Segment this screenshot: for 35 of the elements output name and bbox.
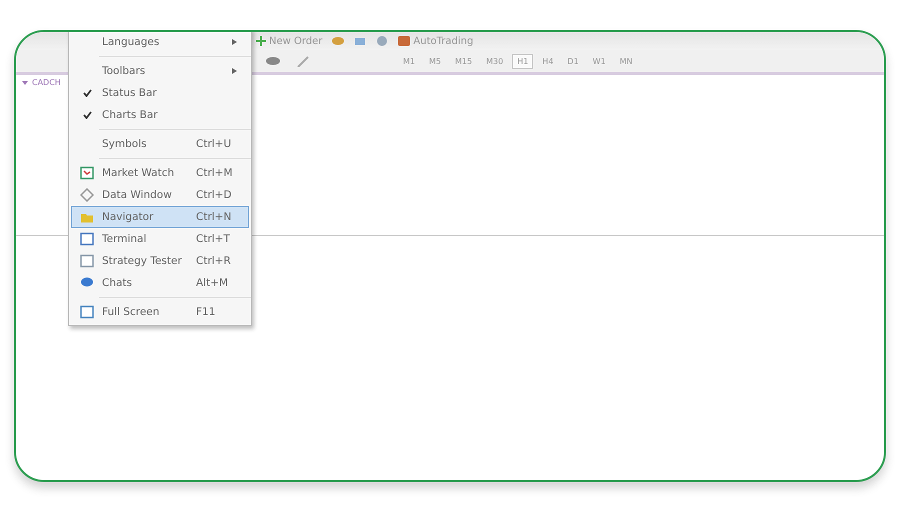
fullscreen-icon bbox=[80, 305, 94, 319]
plus-icon bbox=[256, 36, 266, 46]
timeframe-button[interactable]: H4 bbox=[537, 54, 558, 68]
dropdown-arrow-icon bbox=[22, 81, 28, 85]
coin-icon[interactable] bbox=[332, 36, 344, 46]
ellipse-icon[interactable] bbox=[266, 57, 280, 65]
menu-item[interactable]: Charts Bar bbox=[71, 104, 249, 126]
menu-item[interactable]: Symbols Ctrl+U bbox=[71, 133, 249, 155]
globe-icon[interactable] bbox=[376, 36, 388, 46]
timeframe-button[interactable]: M15 bbox=[450, 54, 478, 68]
menu-item[interactable]: Full Screen F11 bbox=[71, 301, 249, 323]
timeframe-button[interactable]: M5 bbox=[424, 54, 446, 68]
submenu-arrow-icon bbox=[232, 68, 237, 74]
chart-tab[interactable]: CADCH bbox=[16, 75, 67, 90]
menu-item[interactable]: Terminal Ctrl+T bbox=[71, 228, 249, 250]
pencil-icon[interactable] bbox=[296, 55, 310, 67]
auto-trading-button[interactable]: AutoTrading bbox=[398, 36, 474, 46]
auto-trading-icon bbox=[398, 36, 410, 46]
menu-item[interactable]: Data Window Ctrl+D bbox=[71, 184, 249, 206]
menu-item[interactable]: Chats Alt+M bbox=[71, 272, 249, 294]
menu-item[interactable]: Market Watch Ctrl+M bbox=[71, 162, 249, 184]
menu-item[interactable]: Languages bbox=[71, 32, 249, 53]
timeframe-button[interactable]: D1 bbox=[562, 54, 584, 68]
timeframe-button[interactable]: M1 bbox=[398, 54, 420, 68]
new-order-button[interactable]: New Order bbox=[256, 36, 322, 46]
window-icon bbox=[80, 232, 94, 246]
menu-item[interactable]: Navigator Ctrl+N bbox=[71, 206, 249, 228]
menu-item[interactable]: Strategy Tester Ctrl+R bbox=[71, 250, 249, 272]
menu-item[interactable]: Status Bar bbox=[71, 82, 249, 104]
timeframe-button[interactable]: M30 bbox=[481, 54, 508, 68]
timeframe-button[interactable]: MN bbox=[614, 54, 638, 68]
menu-item[interactable]: Toolbars bbox=[71, 60, 249, 82]
timeframe-button[interactable]: H1 bbox=[512, 54, 534, 68]
timeframe-button[interactable]: W1 bbox=[588, 54, 611, 68]
submenu-arrow-icon bbox=[232, 39, 237, 45]
